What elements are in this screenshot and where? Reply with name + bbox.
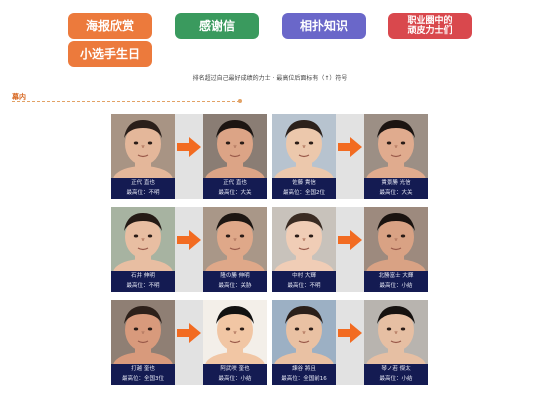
portrait-photo xyxy=(111,207,175,271)
wrestler-name: 打越 奎也 xyxy=(131,366,155,372)
wrestler-name: 阿武咲 奎也 xyxy=(220,366,250,372)
photo-caption: 打越 奎也最高位：全国3位 xyxy=(111,364,175,385)
nav-button-pro-wrestlers[interactable]: 职业圈中的 顽皮力士们 xyxy=(388,13,472,39)
wrestler-name: 琴ノ若 傑太 xyxy=(381,366,411,372)
highest-rank: 最高位：大关 xyxy=(218,190,252,196)
portrait-photo xyxy=(272,300,336,364)
photo-caption: 諫谷 將且最高位：全国前16 xyxy=(272,364,336,385)
portrait-photo xyxy=(272,114,336,178)
childhood-photo-card: 中村 大輝最高位：不明 xyxy=(272,207,336,292)
transition-panel xyxy=(175,207,203,292)
section-divider xyxy=(12,99,242,103)
nav-button-poster[interactable]: 海报欣赏 xyxy=(68,13,152,39)
photo-caption: 佐藤 貴信最高位：全国2位 xyxy=(272,178,336,199)
transition-panel xyxy=(336,114,364,199)
portrait-photo xyxy=(364,207,428,271)
wrestler-name: 正代 直也 xyxy=(223,180,247,186)
arrow-right-icon xyxy=(177,230,201,250)
comparison-row: 正代 直也 最高位：不明 正代 直也 最高位：大关 佐藤 貴信 最高位：全国2位 貴景勝 光… xyxy=(111,114,429,199)
photo-caption: 北勝富士 大輝 最高位：小结 xyxy=(364,271,428,292)
arrow-right-icon xyxy=(177,323,201,343)
comparison-row: 打越 奎也 最高位：全国3位 阿武咲 奎也 最高位：小结 諫谷 將且 最高位：全国前16 琴… xyxy=(111,300,429,385)
wrestler-name: 正代 直也 xyxy=(131,180,155,186)
wrestler-name: 中村 大輝 xyxy=(292,273,316,279)
nav-button-label-line2: 顽皮力士们 xyxy=(407,26,453,36)
arrow-right-icon xyxy=(338,137,362,157)
wrestler-photo-card: 阿武咲 奎也 最高位：小结 xyxy=(203,300,267,385)
highest-rank: 最高位：小结 xyxy=(218,376,252,382)
photo-caption: 中村 大輝最高位：不明 xyxy=(272,271,336,292)
photo-caption: 隆の勝 伸明 最高位：关胁 xyxy=(203,271,267,292)
wrestler-photo-card: 正代 直也最高位：大关 xyxy=(203,114,267,199)
nav-button-label-line1: 职业圈中的 xyxy=(407,16,453,26)
portrait-photo xyxy=(203,114,267,178)
wrestler-name: 石井 伸明 xyxy=(131,273,155,279)
nav-button-birthday[interactable]: 小选手生日 xyxy=(68,41,152,67)
photo-caption: 正代 直也最高位：不明 xyxy=(111,178,175,199)
childhood-photo-card: 石井 伸明最高位：不明 xyxy=(111,207,175,292)
portrait-photo xyxy=(203,300,267,364)
photo-caption: 正代 直也最高位：大关 xyxy=(203,178,267,199)
wrestler-photo-card: 琴ノ若 傑太 最高位：小结 xyxy=(364,300,428,385)
arrow-right-icon xyxy=(338,323,362,343)
wrestler-photo-card: 北勝富士 大輝 最高位：小结 xyxy=(364,207,428,292)
wrestler-name: 隆の勝 伸明 xyxy=(220,273,250,279)
photo-caption: 貴景勝 光信 最高位：大关 xyxy=(364,178,428,199)
transition-panel xyxy=(175,300,203,385)
highest-rank: 最高位：不明 xyxy=(126,283,160,289)
arrow-right-icon xyxy=(338,230,362,250)
arrow-right-icon xyxy=(177,137,201,157)
nav-button-label: 相扑知识 xyxy=(299,19,348,33)
nav-button-sumo-knowledge[interactable]: 相扑知识 xyxy=(282,13,366,39)
wrestler-name: 北勝富士 大輝 xyxy=(378,273,414,279)
transition-panel xyxy=(175,114,203,199)
ranking-note: 排名超过自己最好成绩的力士 · 最高位后面标有（↑）符号 xyxy=(192,75,348,82)
highest-rank: 最高位：不明 xyxy=(126,190,160,196)
highest-rank: 最高位：关胁 xyxy=(218,283,252,289)
nav-button-thanks[interactable]: 感谢信 xyxy=(175,13,259,39)
childhood-photo-card: 正代 直也最高位：不明 xyxy=(111,114,175,199)
transition-panel xyxy=(336,300,364,385)
highest-rank: 最高位：全国2位 xyxy=(283,190,325,196)
photo-caption: 阿武咲 奎也 最高位：小结 xyxy=(203,364,267,385)
nav-button-label: 海报欣赏 xyxy=(85,19,134,33)
portrait-photo xyxy=(111,114,175,178)
highest-rank: 最高位：小结 xyxy=(379,283,413,289)
photo-caption: 琴ノ若 傑太 最高位：小结 xyxy=(364,364,428,385)
portrait-photo xyxy=(364,300,428,364)
childhood-photo-card: 諫谷 將且最高位：全国前16 xyxy=(272,300,336,385)
highest-rank: 最高位：不明 xyxy=(287,283,321,289)
highest-rank: 最高位：全国3位 xyxy=(122,376,164,382)
portrait-photo xyxy=(203,207,267,271)
portrait-photo xyxy=(364,114,428,178)
wrestler-name: 佐藤 貴信 xyxy=(292,180,316,186)
portrait-photo xyxy=(272,207,336,271)
highest-rank: 最高位：小结 xyxy=(379,376,413,382)
childhood-photo-card: 佐藤 貴信最高位：全国2位 xyxy=(272,114,336,199)
wrestler-name: 諫谷 將且 xyxy=(292,366,316,372)
nav-button-label: 小选手生日 xyxy=(79,47,140,61)
comparison-row: 石井 伸明 最高位：不明 隆の勝 伸明 最高位：关胁 中村 大輝 最高位：不明 北勝富士 大… xyxy=(111,207,429,292)
photo-caption: 石井 伸明最高位：不明 xyxy=(111,271,175,292)
childhood-photo-card: 打越 奎也最高位：全国3位 xyxy=(111,300,175,385)
portrait-photo xyxy=(111,300,175,364)
highest-rank: 最高位：大关 xyxy=(379,190,413,196)
highest-rank: 最高位：全国前16 xyxy=(281,376,327,382)
wrestler-name: 貴景勝 光信 xyxy=(381,180,411,186)
transition-panel xyxy=(336,207,364,292)
nav-button-label: 感谢信 xyxy=(198,19,235,33)
wrestler-photo-card: 隆の勝 伸明 最高位：关胁 xyxy=(203,207,267,292)
wrestler-photo-card: 貴景勝 光信 最高位：大关 xyxy=(364,114,428,199)
